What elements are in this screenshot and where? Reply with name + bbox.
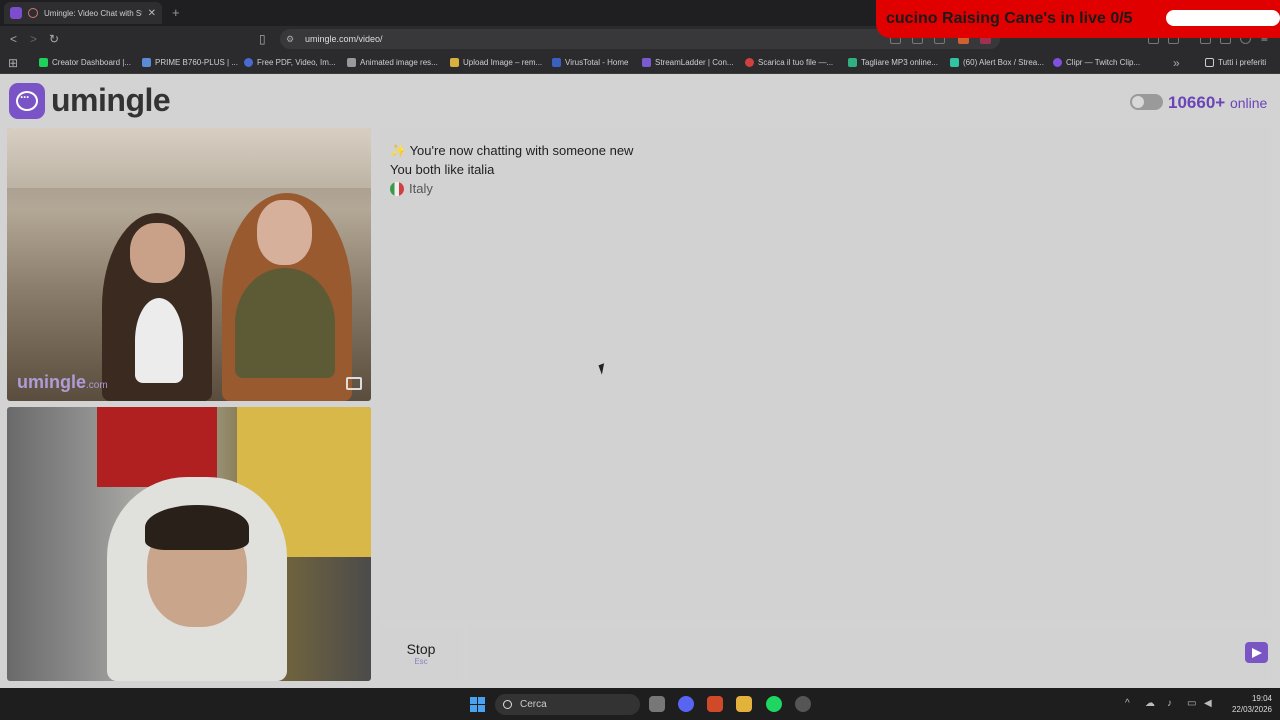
taskbar-search-label: Cerca — [520, 699, 547, 710]
bookmark-favicon-icon — [552, 58, 561, 67]
browser-tab[interactable]: Umingle: Video Chat with Str ✕ — [4, 2, 162, 24]
bookmark-icon[interactable]: ▯ — [259, 32, 266, 46]
italy-flag-icon — [390, 181, 404, 196]
more-bookmarks-icon[interactable]: » — [1173, 56, 1180, 70]
online-label: online — [1229, 95, 1268, 111]
chat-panel — [379, 128, 1271, 619]
stranger-shirt-right — [235, 268, 335, 378]
bookmark-favicon-icon — [642, 58, 651, 67]
stranger-shirt-left — [135, 298, 183, 383]
theme-toggle[interactable] — [1130, 94, 1163, 110]
bookmark-favicon-icon — [39, 58, 48, 67]
file-explorer-icon[interactable] — [736, 696, 752, 712]
bookmark-item[interactable]: Animated image res... — [347, 58, 438, 67]
back-icon[interactable]: < — [10, 32, 17, 46]
bookmark-favicon-icon — [450, 58, 459, 67]
report-flag-icon[interactable] — [346, 377, 362, 390]
bookmark-favicon-icon — [244, 58, 253, 67]
bookmark-item[interactable]: Creator Dashboard |... — [39, 58, 131, 67]
bookmark-favicon-icon — [1053, 58, 1062, 67]
stranger-video: umingle.com — [7, 128, 371, 401]
tab-title: Umingle: Video Chat with Str — [44, 8, 142, 18]
obs-icon[interactable] — [795, 696, 811, 712]
discord-icon[interactable] — [678, 696, 694, 712]
taskbar-clock[interactable]: 19:04 22/03/2026 — [1224, 693, 1272, 715]
clock-date: 22/03/2026 — [1231, 705, 1272, 714]
windows-start-icon[interactable] — [470, 697, 485, 712]
bookmark-favicon-icon — [745, 58, 754, 67]
stop-shortcut: Esc — [414, 657, 428, 666]
umingle-favicon-icon — [10, 7, 22, 19]
bookmark-item[interactable]: Free PDF, Video, Im... — [244, 58, 336, 67]
task-view-icon[interactable] — [649, 696, 665, 712]
overlay-text: cucino Raising Cane's in live 0/5 — [886, 10, 1133, 27]
video-watermark: umingle.com — [17, 372, 108, 392]
online-count: 10660+ — [1168, 93, 1226, 112]
screen: Umingle: Video Chat with Str ✕ + < > ↻ ▯… — [0, 0, 1280, 720]
bookmark-favicon-icon — [848, 58, 857, 67]
bookmark-favicon-icon — [347, 58, 356, 67]
logo-text: umingle — [51, 82, 171, 118]
network-icon[interactable]: ▭ — [1187, 698, 1196, 709]
chat-message: ✨ You're now chatting with someone new — [390, 143, 634, 158]
all-bookmarks-folder[interactable]: Tutti i preferiti — [1205, 58, 1266, 67]
wall-flag — [97, 407, 217, 487]
bookmarks-bar: ⊞ Creator Dashboard |... PRIME B760-PLUS… — [0, 52, 1280, 74]
recording-icon — [28, 8, 38, 18]
bookmark-item[interactable]: Tagliare MP3 online... — [848, 58, 938, 67]
tab-close-icon[interactable]: ✕ — [148, 8, 156, 19]
url-text: umingle.com/video/ — [305, 34, 383, 44]
room-ceiling — [7, 128, 371, 188]
stranger-face-right — [257, 200, 312, 265]
stop-label: Stop — [406, 641, 436, 657]
volume-icon[interactable]: ◀ — [1204, 698, 1212, 709]
cloud-icon[interactable]: ☁ — [1145, 698, 1155, 709]
chat-message: Italy — [390, 181, 433, 196]
send-button[interactable] — [1245, 642, 1268, 663]
clock-time: 19:04 — [1251, 694, 1272, 703]
microphone-icon[interactable]: ♪ — [1167, 698, 1172, 709]
bookmark-item[interactable]: PRIME B760-PLUS | ... — [142, 58, 238, 67]
overlay-progress-bar — [1166, 10, 1280, 26]
chat-controls: Stop Esc — [379, 626, 1271, 681]
bookmark-item[interactable]: (60) Alert Box / Strea... — [950, 58, 1044, 67]
search-icon — [503, 700, 512, 709]
online-counter: 10660+ online — [1168, 93, 1267, 113]
send-arrow-icon — [1251, 647, 1262, 658]
bookmark-item[interactable]: Upload Image – rem... — [450, 58, 542, 67]
toggle-knob — [1132, 96, 1144, 108]
taskbar-search[interactable]: Cerca — [495, 694, 640, 715]
stop-button[interactable]: Stop Esc — [379, 626, 463, 681]
folder-icon — [1205, 58, 1214, 67]
self-video — [7, 407, 371, 681]
bookmark-item[interactable]: StreamLadder | Con... — [642, 58, 734, 67]
self-hair — [145, 505, 249, 550]
apps-grid-icon[interactable]: ⊞ — [8, 56, 18, 70]
bookmark-favicon-icon — [142, 58, 151, 67]
bookmark-item[interactable]: Scarica il tuo file —... — [745, 58, 833, 67]
stranger-face-left — [130, 223, 185, 283]
site-logo[interactable]: umingle — [9, 82, 171, 119]
new-tab-button[interactable]: + — [172, 5, 180, 20]
spotify-icon[interactable] — [766, 696, 782, 712]
sparkles-icon: ✨ — [390, 143, 407, 158]
tray-chevron-icon[interactable]: ^ — [1125, 698, 1130, 709]
brave-browser-icon[interactable] — [707, 696, 723, 712]
forward-icon[interactable]: > — [30, 32, 37, 46]
stream-overlay-banner: cucino Raising Cane's in live 0/5 — [876, 0, 1280, 38]
windows-taskbar: Cerca ^ ☁ ♪ ▭ ◀ 19:04 22/03/2026 — [0, 688, 1280, 720]
site-info-icon[interactable]: ⚙ — [286, 34, 294, 45]
bookmark-item[interactable]: VirusTotal - Home — [552, 58, 628, 67]
chat-bubble-logo-icon — [9, 82, 45, 119]
chat-message: You both like italia — [390, 162, 495, 177]
reload-icon[interactable]: ↻ — [49, 32, 59, 46]
chat-message-input[interactable] — [469, 626, 1271, 681]
bookmark-favicon-icon — [950, 58, 959, 67]
bookmark-item[interactable]: Clipr — Twitch Clip... — [1053, 58, 1140, 67]
